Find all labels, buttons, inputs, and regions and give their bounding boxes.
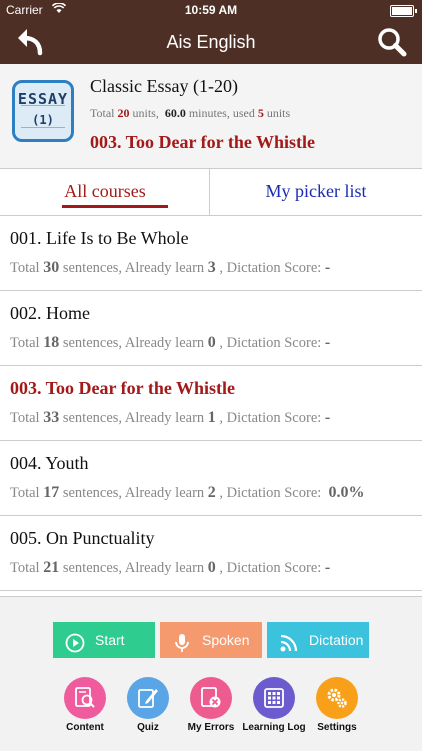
lesson-name: 001. Life Is to Be Whole [10,228,189,248]
start-button[interactable]: Start [53,622,155,658]
book-header: ESSAY (1) Classic Essay (1-20) Total 20 … [0,64,422,169]
active-tab-underline [62,205,168,208]
course-tabs: All courses My picker list [0,169,422,216]
quiz-button[interactable]: Quiz [115,677,181,743]
lesson-info: Total 17 sentences, Already learn 2 , Di… [10,484,365,501]
units-used: 5 [257,106,264,120]
bottom-toolbar: Start Spoken Dictation Content Quiz My E… [0,596,422,751]
gear-icon [316,677,358,719]
lesson-row[interactable]: 004. Youth Total 17 sentences, Already l… [0,441,422,516]
spoken-button[interactable]: Spoken [160,622,262,658]
lesson-row[interactable]: 001. Life Is to Be Whole Total 30 senten… [0,216,422,291]
page-title: Ais English [166,32,256,52]
lesson-info: Total 21 sentences, Already learn 0 , Di… [10,559,331,576]
lesson-name: 004. Youth [10,453,89,473]
microphone-icon [172,630,192,652]
nav-bar: Ais English [0,20,422,64]
clock: 10:59 AM [184,3,238,17]
book-meta: Total 20 units, 60.0 minutes, used 5 uni… [90,106,291,120]
book-icon-number: (1) [32,113,54,127]
errors-icon [190,677,232,719]
current-lesson[interactable]: 003. Too Dear for the Whistle [90,132,315,153]
book-icon-text: ESSAY [17,90,69,108]
broadcast-icon [279,630,299,652]
quiz-icon [127,677,169,719]
lesson-info: Total 33 sentences, Already learn 1 , Di… [10,409,331,426]
lesson-list: 001. Life Is to Be Whole Total 30 senten… [0,216,422,596]
my-errors-button[interactable]: My Errors [178,677,244,743]
lesson-name: 003. Too Dear for the Whistle [10,378,236,398]
dictation-button[interactable]: Dictation [267,622,369,658]
essay-book-icon: ESSAY (1) [12,80,74,142]
tab-divider [209,169,210,215]
lesson-row-active[interactable]: 003. Too Dear for the Whistle Total 33 s… [0,366,422,441]
lesson-row[interactable]: 005. On Punctuality Total 21 sentences, … [0,516,422,591]
tab-all-courses[interactable]: All courses [0,169,210,215]
content-button[interactable]: Content [52,677,118,743]
lesson-info: Total 30 sentences, Already learn 3 , Di… [10,259,331,276]
learning-log-button[interactable]: Learning Log [241,677,307,743]
play-icon [65,630,85,653]
tab-my-picker-list[interactable]: My picker list [211,169,421,215]
units-total: 20 [117,106,130,120]
lesson-row[interactable]: 002. Home Total 18 sentences, Already le… [0,291,422,366]
lesson-info: Total 18 sentences, Already learn 0 , Di… [10,334,331,351]
minutes-total: 60.0 [164,106,186,120]
settings-button[interactable]: Settings [304,677,370,743]
content-icon [64,677,106,719]
search-icon[interactable] [376,26,408,58]
learning-log-icon [253,677,295,719]
lesson-name: 005. On Punctuality [10,528,155,548]
lesson-name: 002. Home [10,303,90,323]
status-bar: Carrier 10:59 AM [0,0,422,20]
book-title: Classic Essay (1-20) [90,76,238,96]
battery-icon [390,5,417,17]
